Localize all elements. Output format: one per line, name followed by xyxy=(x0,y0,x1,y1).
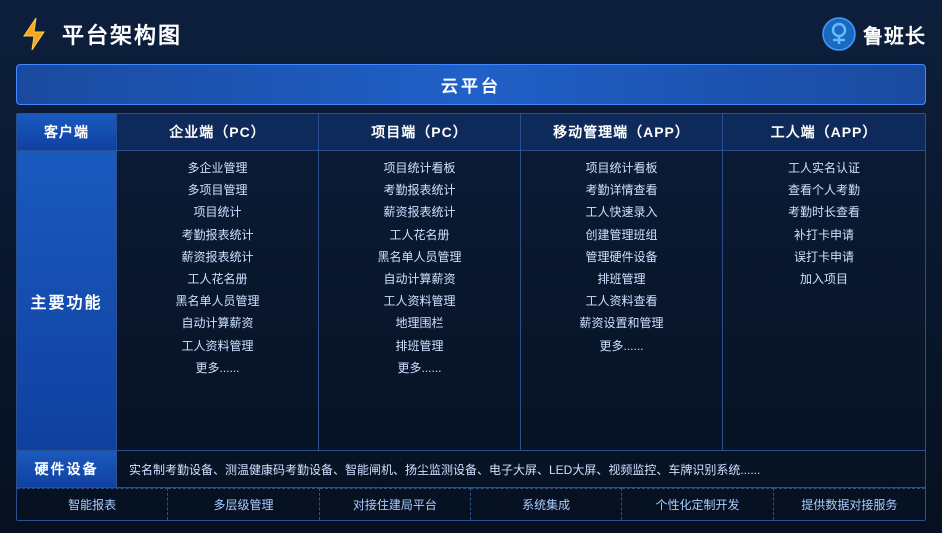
list-item: 排班管理 xyxy=(531,270,712,289)
list-item: 工人实名认证 xyxy=(733,159,915,178)
enterprise-content: 多企业管理 多项目管理 项目统计 考勤报表统计 薪资报表统计 工人花名册 黑名单… xyxy=(117,151,319,450)
list-item: 管理硬件设备 xyxy=(531,248,712,267)
list-item: 加入项目 xyxy=(733,270,915,289)
col-header-worker: 工人端（APP） xyxy=(723,114,925,150)
brand-logo: 鲁班长 xyxy=(821,16,926,52)
content-row-main: 主要功能 多企业管理 多项目管理 项目统计 考勤报表统计 薪资报表统计 工人花名… xyxy=(17,151,925,451)
list-item: 薪资设置和管理 xyxy=(531,314,712,333)
header: 平台架构图 鲁班长 xyxy=(16,12,926,56)
page-title: 平台架构图 xyxy=(62,18,182,50)
brand-icon xyxy=(821,16,857,52)
feature-item-1: 多层级管理 xyxy=(168,488,319,520)
feature-item-5: 提供数据对接服务 xyxy=(774,488,925,520)
list-item: 薪资报表统计 xyxy=(127,248,308,267)
features-row: 智能报表 多层级管理 对接住建局平台 系统集成 个性化定制开发 提供数据对接服务 xyxy=(17,488,925,520)
list-item: 误打卡申请 xyxy=(733,248,915,267)
list-item: 工人花名册 xyxy=(127,270,308,289)
list-item: 工人资料管理 xyxy=(329,292,510,311)
header-left: 平台架构图 xyxy=(16,16,182,52)
list-item: 工人快速录入 xyxy=(531,203,712,222)
list-item: 创建管理班组 xyxy=(531,226,712,245)
list-item: 考勤报表统计 xyxy=(127,226,308,245)
list-item: 项目统计看板 xyxy=(329,159,510,178)
list-item: 薪资报表统计 xyxy=(329,203,510,222)
cloud-bar: 云平台 xyxy=(16,64,926,105)
list-item: 考勤报表统计 xyxy=(329,181,510,200)
list-item: 补打卡申请 xyxy=(733,226,915,245)
list-item: 自动计算薪资 xyxy=(127,314,308,333)
list-item: 项目统计看板 xyxy=(531,159,712,178)
list-item: 考勤时长查看 xyxy=(733,203,915,222)
list-item: 工人资料查看 xyxy=(531,292,712,311)
project-content: 项目统计看板 考勤报表统计 薪资报表统计 工人花名册 黑名单人员管理 自动计算薪… xyxy=(319,151,521,450)
list-item: 多项目管理 xyxy=(127,181,308,200)
list-item: 查看个人考勤 xyxy=(733,181,915,200)
list-item: 排班管理 xyxy=(329,337,510,356)
list-item: 地理围栏 xyxy=(329,314,510,333)
list-item: 考勤详情查看 xyxy=(531,181,712,200)
worker-content: 工人实名认证 查看个人考勤 考勤时长查看 补打卡申请 误打卡申请 加入项目 xyxy=(723,151,925,450)
brand-name: 鲁班长 xyxy=(863,20,926,49)
mobile-content: 项目统计看板 考勤详情查看 工人快速录入 创建管理班组 管理硬件设备 排班管理 … xyxy=(521,151,723,450)
list-item: 更多...... xyxy=(531,337,712,356)
list-item: 多企业管理 xyxy=(127,159,308,178)
feature-item-3: 系统集成 xyxy=(471,488,622,520)
list-item: 项目统计 xyxy=(127,203,308,222)
list-item: 工人花名册 xyxy=(329,226,510,245)
main-function-label: 主要功能 xyxy=(17,151,117,450)
feature-item-4: 个性化定制开发 xyxy=(622,488,773,520)
hardware-label: 硬件设备 xyxy=(17,451,117,487)
col-headers: 客户端 企业端（PC） 项目端（PC） 移动管理端（APP） 工人端（APP） xyxy=(17,114,925,151)
col-header-mobile: 移动管理端（APP） xyxy=(521,114,723,150)
hardware-row: 硬件设备 实名制考勤设备、测温健康码考勤设备、智能闸机、扬尘监测设备、电子大屏、… xyxy=(17,451,925,488)
col-header-project: 项目端（PC） xyxy=(319,114,521,150)
list-item: 黑名单人员管理 xyxy=(329,248,510,267)
list-item: 自动计算薪资 xyxy=(329,270,510,289)
feature-item-2: 对接住建局平台 xyxy=(320,488,471,520)
logo-icon xyxy=(16,16,52,52)
col-header-enterprise: 企业端（PC） xyxy=(117,114,319,150)
list-item: 工人资料管理 xyxy=(127,337,308,356)
list-item: 更多...... xyxy=(329,359,510,378)
page-wrapper: 平台架构图 鲁班长 云平台 客户端 企业端（PC） 项目端（PC） 移动管理端（… xyxy=(0,0,942,533)
main-grid: 客户端 企业端（PC） 项目端（PC） 移动管理端（APP） 工人端（APP） … xyxy=(16,113,926,521)
feature-item-0: 智能报表 xyxy=(17,488,168,520)
list-item: 更多...... xyxy=(127,359,308,378)
col-header-client: 客户端 xyxy=(17,114,117,150)
hardware-content: 实名制考勤设备、测温健康码考勤设备、智能闸机、扬尘监测设备、电子大屏、LED大屏… xyxy=(117,451,925,487)
list-item: 黑名单人员管理 xyxy=(127,292,308,311)
